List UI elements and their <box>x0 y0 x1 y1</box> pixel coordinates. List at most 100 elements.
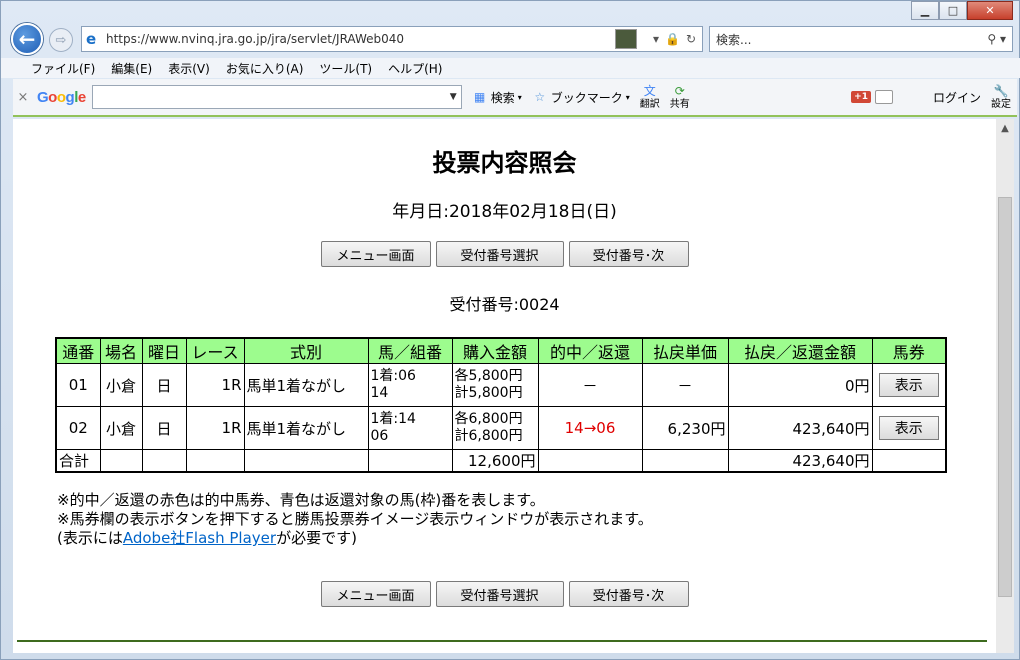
cell-type: 馬単1着ながし <box>243 363 369 407</box>
share-icon: ⟳ <box>674 84 685 98</box>
google-search-button[interactable]: ▦ 検索 ▾ <box>472 89 522 106</box>
browser-search-box[interactable]: 検索... ⚲ ▾ <box>709 26 1013 52</box>
gplus-toggle[interactable] <box>874 90 893 104</box>
google-search-label: 検索 <box>490 90 515 105</box>
receipt-select-button[interactable]: 受付番号選択 <box>435 581 564 607</box>
scroll-thumb[interactable] <box>998 197 1012 597</box>
lock-icon[interactable]: 🔒 <box>665 32 680 46</box>
menu-help[interactable]: ヘルプ(H) <box>380 60 450 77</box>
menu-screen-button[interactable]: メニュー画面 <box>320 241 431 267</box>
browser-window: ▁ □ ✕ ← ⇨ e https://www.nvinq.jra.go.jp/… <box>0 0 1020 660</box>
toolbar-close-icon[interactable]: × <box>13 90 33 105</box>
chevron-down-icon: ▾ <box>625 92 630 102</box>
star-icon: ☆ <box>534 90 546 104</box>
cell-race: 1R <box>185 406 245 450</box>
menu-view[interactable]: 表示(V) <box>160 60 218 77</box>
col-header: 購入金額 <box>451 337 539 364</box>
note-line: (表示にはAdobe社Flash Playerが必要です) <box>57 529 653 548</box>
scroll-up-icon[interactable]: ▲ <box>996 119 1014 137</box>
gplus-button[interactable]: +1 <box>851 91 871 103</box>
close-window-button[interactable]: ✕ <box>967 1 1013 20</box>
col-header: 馬／組番 <box>367 337 453 364</box>
empty-cell <box>641 449 729 473</box>
combo-line: 14 <box>370 385 389 401</box>
col-header: 曜日 <box>141 337 187 364</box>
menu-favorites[interactable]: お気に入り(A) <box>218 60 312 77</box>
note-line: ※馬券欄の表示ボタンを押下すると勝馬投票券イメージ表示ウィンドウが表示されます。 <box>57 510 653 528</box>
chevron-down-icon: ▾ <box>517 92 522 102</box>
flash-player-link[interactable]: Adobe社Flash Player <box>123 529 276 547</box>
empty-cell <box>99 449 143 473</box>
share-button[interactable]: ⟳ 共有 <box>670 83 690 111</box>
col-header: 払戻／返還金額 <box>727 337 873 364</box>
settings-button[interactable]: 🔧 設定 <box>991 83 1011 111</box>
table-total-row: 合計 12,600円 423,640円 <box>55 449 947 473</box>
google-search-input[interactable]: ▼ <box>91 85 462 109</box>
menu-file[interactable]: ファイル(F) <box>23 60 103 77</box>
chevron-down-icon[interactable]: ▼ <box>450 92 457 102</box>
bookmark-label: ブックマーク <box>550 90 623 105</box>
forward-button[interactable]: ⇨ <box>49 28 73 52</box>
bottom-button-row: メニュー画面 受付番号選択 受付番号･次 <box>13 581 996 607</box>
combo-line: 1着:06 <box>370 368 416 384</box>
cell-venue: 小倉 <box>99 406 143 450</box>
col-header: 式別 <box>243 337 369 364</box>
page-title: 投票内容照会 <box>432 149 577 177</box>
menu-screen-button[interactable]: メニュー画面 <box>320 581 431 607</box>
empty-cell <box>185 449 245 473</box>
cell-venue: 小倉 <box>99 363 143 407</box>
col-header: 馬券 <box>871 337 947 364</box>
cell-ticket: 表示 <box>871 406 947 450</box>
note-suffix: が必要です) <box>276 529 357 547</box>
receipt-next-button[interactable]: 受付番号･次 <box>568 581 689 607</box>
cell-amount: 各5,800円 計5,800円 <box>451 363 539 407</box>
empty-cell <box>537 449 643 473</box>
translate-icon: 文 <box>643 84 656 98</box>
col-header: 場名 <box>99 337 143 364</box>
note-prefix: (表示には <box>57 529 123 547</box>
minimize-button[interactable]: ▁ <box>911 1 939 20</box>
menu-bar: ファイル(F) 編集(E) 表示(V) お気に入り(A) ツール(T) ヘルプ(… <box>1 58 1020 78</box>
receipt-next-button[interactable]: 受付番号･次 <box>568 241 689 267</box>
google-toolbar: × Google ▼ ▦ 検索 ▾ ☆ ブックマーク ▾ 文 翻訳 ⟳ 共有 +… <box>13 79 1017 117</box>
vertical-scrollbar[interactable]: ▲ <box>996 119 1014 653</box>
url-text[interactable]: https://www.nvinq.jra.go.jp/jra/servlet/… <box>106 32 615 46</box>
amount-total: 計6,800円 <box>454 428 523 444</box>
col-header: 的中／返還 <box>537 337 643 364</box>
address-tools: ▾ 🔒 ↻ <box>653 32 702 46</box>
cell-hit: － <box>537 363 643 407</box>
total-label: 合計 <box>55 449 101 473</box>
cell-hit: 14→06 <box>537 406 643 450</box>
show-ticket-button[interactable]: 表示 <box>878 416 939 440</box>
back-button[interactable]: ← <box>11 23 43 55</box>
translate-button[interactable]: 文 翻訳 <box>640 83 660 111</box>
navigation-bar: ← ⇨ e https://www.nvinq.jra.go.jp/jra/se… <box>1 21 1020 57</box>
show-ticket-button[interactable]: 表示 <box>878 373 939 397</box>
table-row: 02 小倉 日 1R 馬単1着ながし 1着:14 06 各6,800円 計6,800… <box>55 406 947 450</box>
cell-day: 日 <box>141 406 187 450</box>
maximize-button[interactable]: □ <box>939 1 967 20</box>
bookmark-button[interactable]: ☆ ブックマーク ▾ <box>532 89 630 106</box>
cell-type: 馬単1着ながし <box>243 406 369 450</box>
menu-edit[interactable]: 編集(E) <box>103 60 160 77</box>
cell-no: 02 <box>55 406 101 450</box>
notes: ※的中／返還の赤色は的中馬券、青色は返還対象の馬(枠)番を表します。 ※馬券欄の… <box>57 491 653 548</box>
receipt-select-button[interactable]: 受付番号選択 <box>435 241 564 267</box>
menu-tools[interactable]: ツール(T) <box>311 60 380 77</box>
cell-unit: － <box>641 363 729 407</box>
settings-label: 設定 <box>991 99 1011 110</box>
dropdown-icon[interactable]: ▾ <box>653 32 659 46</box>
table-row: 01 小倉 日 1R 馬単1着ながし 1着:06 14 各5,800円 計5,800… <box>55 363 947 407</box>
cell-no: 01 <box>55 363 101 407</box>
ie-logo-icon: e <box>86 30 97 48</box>
refresh-icon[interactable]: ↻ <box>686 32 696 46</box>
amount-each: 各6,800円 <box>454 411 523 427</box>
cell-race: 1R <box>185 363 245 407</box>
site-thumbnail-icon <box>614 29 637 49</box>
search-placeholder: 検索... <box>716 32 752 47</box>
search-icon[interactable]: ⚲ ▾ <box>987 32 1012 46</box>
address-bar[interactable]: e https://www.nvinq.jra.go.jp/jra/servle… <box>81 26 703 52</box>
combo-line: 1着:14 <box>370 411 416 427</box>
cell-ticket: 表示 <box>871 363 947 407</box>
login-link[interactable]: ログイン <box>933 89 981 106</box>
